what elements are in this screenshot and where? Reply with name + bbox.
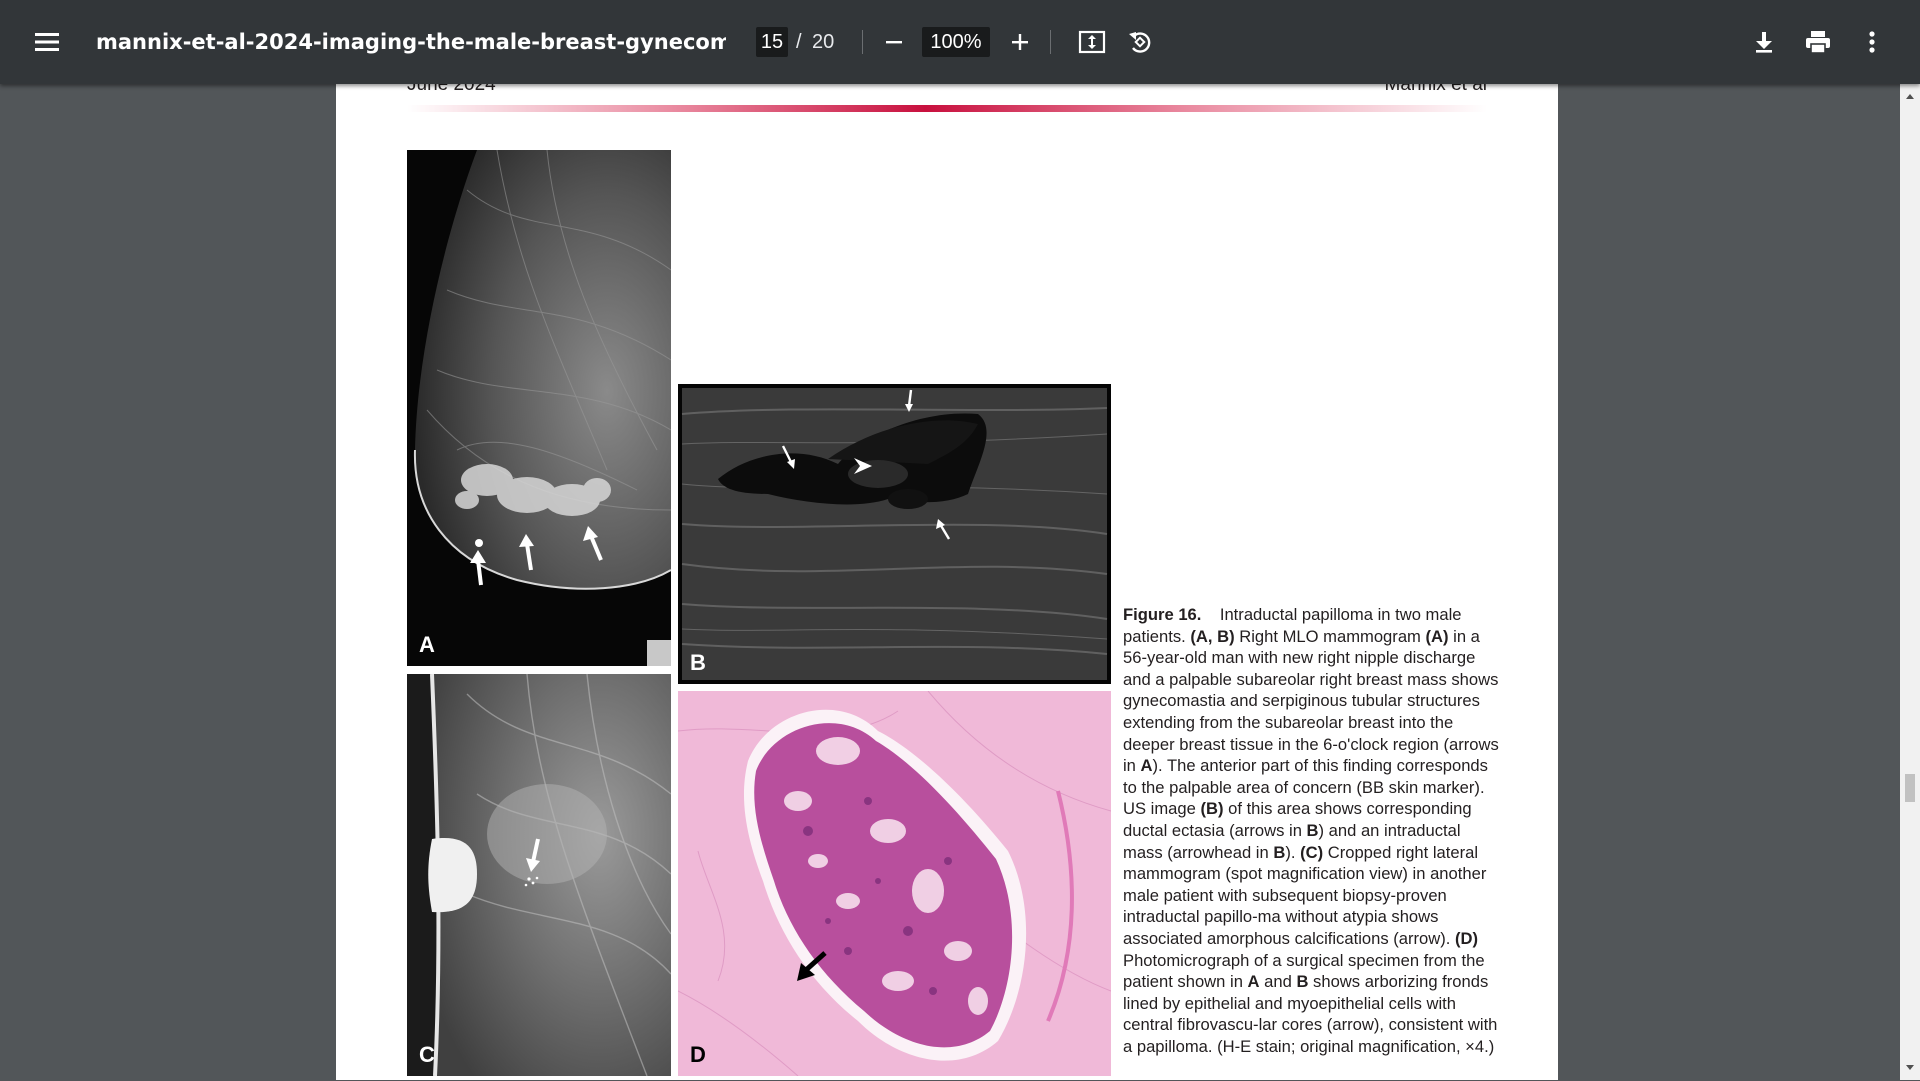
panel-label-a: A — [419, 632, 435, 657]
zoom-out-icon[interactable] — [874, 22, 914, 62]
panel-label-d: D — [690, 1042, 706, 1067]
document-title: mannix-et-al-2024-imaging-the-male-breas… — [96, 30, 726, 54]
caption-bold-run: (B) — [1200, 799, 1224, 819]
vertical-scrollbar[interactable] — [1900, 84, 1920, 1080]
page-separator: / — [796, 31, 802, 53]
scrollbar-thumb[interactable] — [1905, 774, 1915, 802]
scroll-up-arrow-icon[interactable] — [1900, 88, 1920, 104]
caption-text-run: ). — [1285, 842, 1301, 862]
page-number-input[interactable] — [756, 27, 788, 57]
toolbar-divider — [862, 30, 863, 54]
running-header-date: June 2024 — [407, 84, 496, 95]
header-rule — [407, 105, 1487, 112]
caption-text-run: and — [1259, 972, 1297, 992]
pdf-toolbar: mannix-et-al-2024-imaging-the-male-breas… — [0, 0, 1920, 84]
caption-bold-run: B — [1296, 972, 1309, 992]
figure-panel-a-mammogram: A — [407, 150, 671, 666]
total-pages: 20 — [812, 31, 835, 53]
caption-text-run: in a 56-year-old man with new right nipp… — [1123, 626, 1499, 776]
pdf-page: June 2024 Mannix et al A B C D Figure 16… — [336, 84, 1558, 1080]
figure-panel-b-ultrasound: B — [678, 384, 1111, 684]
print-icon[interactable] — [1798, 22, 1838, 62]
toolbar-divider — [1050, 30, 1051, 54]
more-vert-icon[interactable] — [1852, 22, 1892, 62]
caption-bold-run: (A) — [1425, 626, 1449, 646]
figure-label: Figure 16. — [1123, 605, 1202, 624]
scroll-down-arrow-icon[interactable] — [1900, 1060, 1920, 1076]
zoom-in-icon[interactable] — [1000, 22, 1040, 62]
caption-bold-run: (A, B) — [1190, 626, 1235, 646]
figure-panel-d-photomicrograph: D — [678, 691, 1111, 1076]
caption-bold-run: (D) — [1455, 928, 1479, 948]
caption-bold-run: A — [1247, 972, 1260, 992]
figure-panel-c-spot-mammogram: C — [407, 674, 671, 1076]
caption-body: (A, B) Right MLO mammogram (A) in a 56-y… — [1123, 627, 1499, 1056]
download-icon[interactable] — [1744, 22, 1784, 62]
panel-label-b: B — [690, 650, 706, 675]
caption-bold-run: B — [1273, 842, 1286, 862]
caption-text-run: Right MLO mammogram — [1234, 626, 1426, 646]
hamburger-menu-icon[interactable] — [27, 22, 67, 62]
caption-bold-run: (C) — [1300, 842, 1324, 862]
running-header-authors: Mannix et al — [1384, 84, 1487, 95]
panel-label-c: C — [419, 1042, 435, 1067]
caption-bold-run: B — [1306, 820, 1319, 840]
rotate-icon[interactable] — [1120, 22, 1160, 62]
figure-caption: Figure 16. Intraductal papilloma in two … — [1123, 604, 1503, 1057]
fit-page-icon[interactable] — [1072, 22, 1112, 62]
caption-bold-run: A — [1140, 756, 1153, 776]
pdf-viewer[interactable]: June 2024 Mannix et al A B C D Figure 16… — [0, 84, 1900, 1080]
zoom-level-input[interactable] — [922, 27, 990, 57]
